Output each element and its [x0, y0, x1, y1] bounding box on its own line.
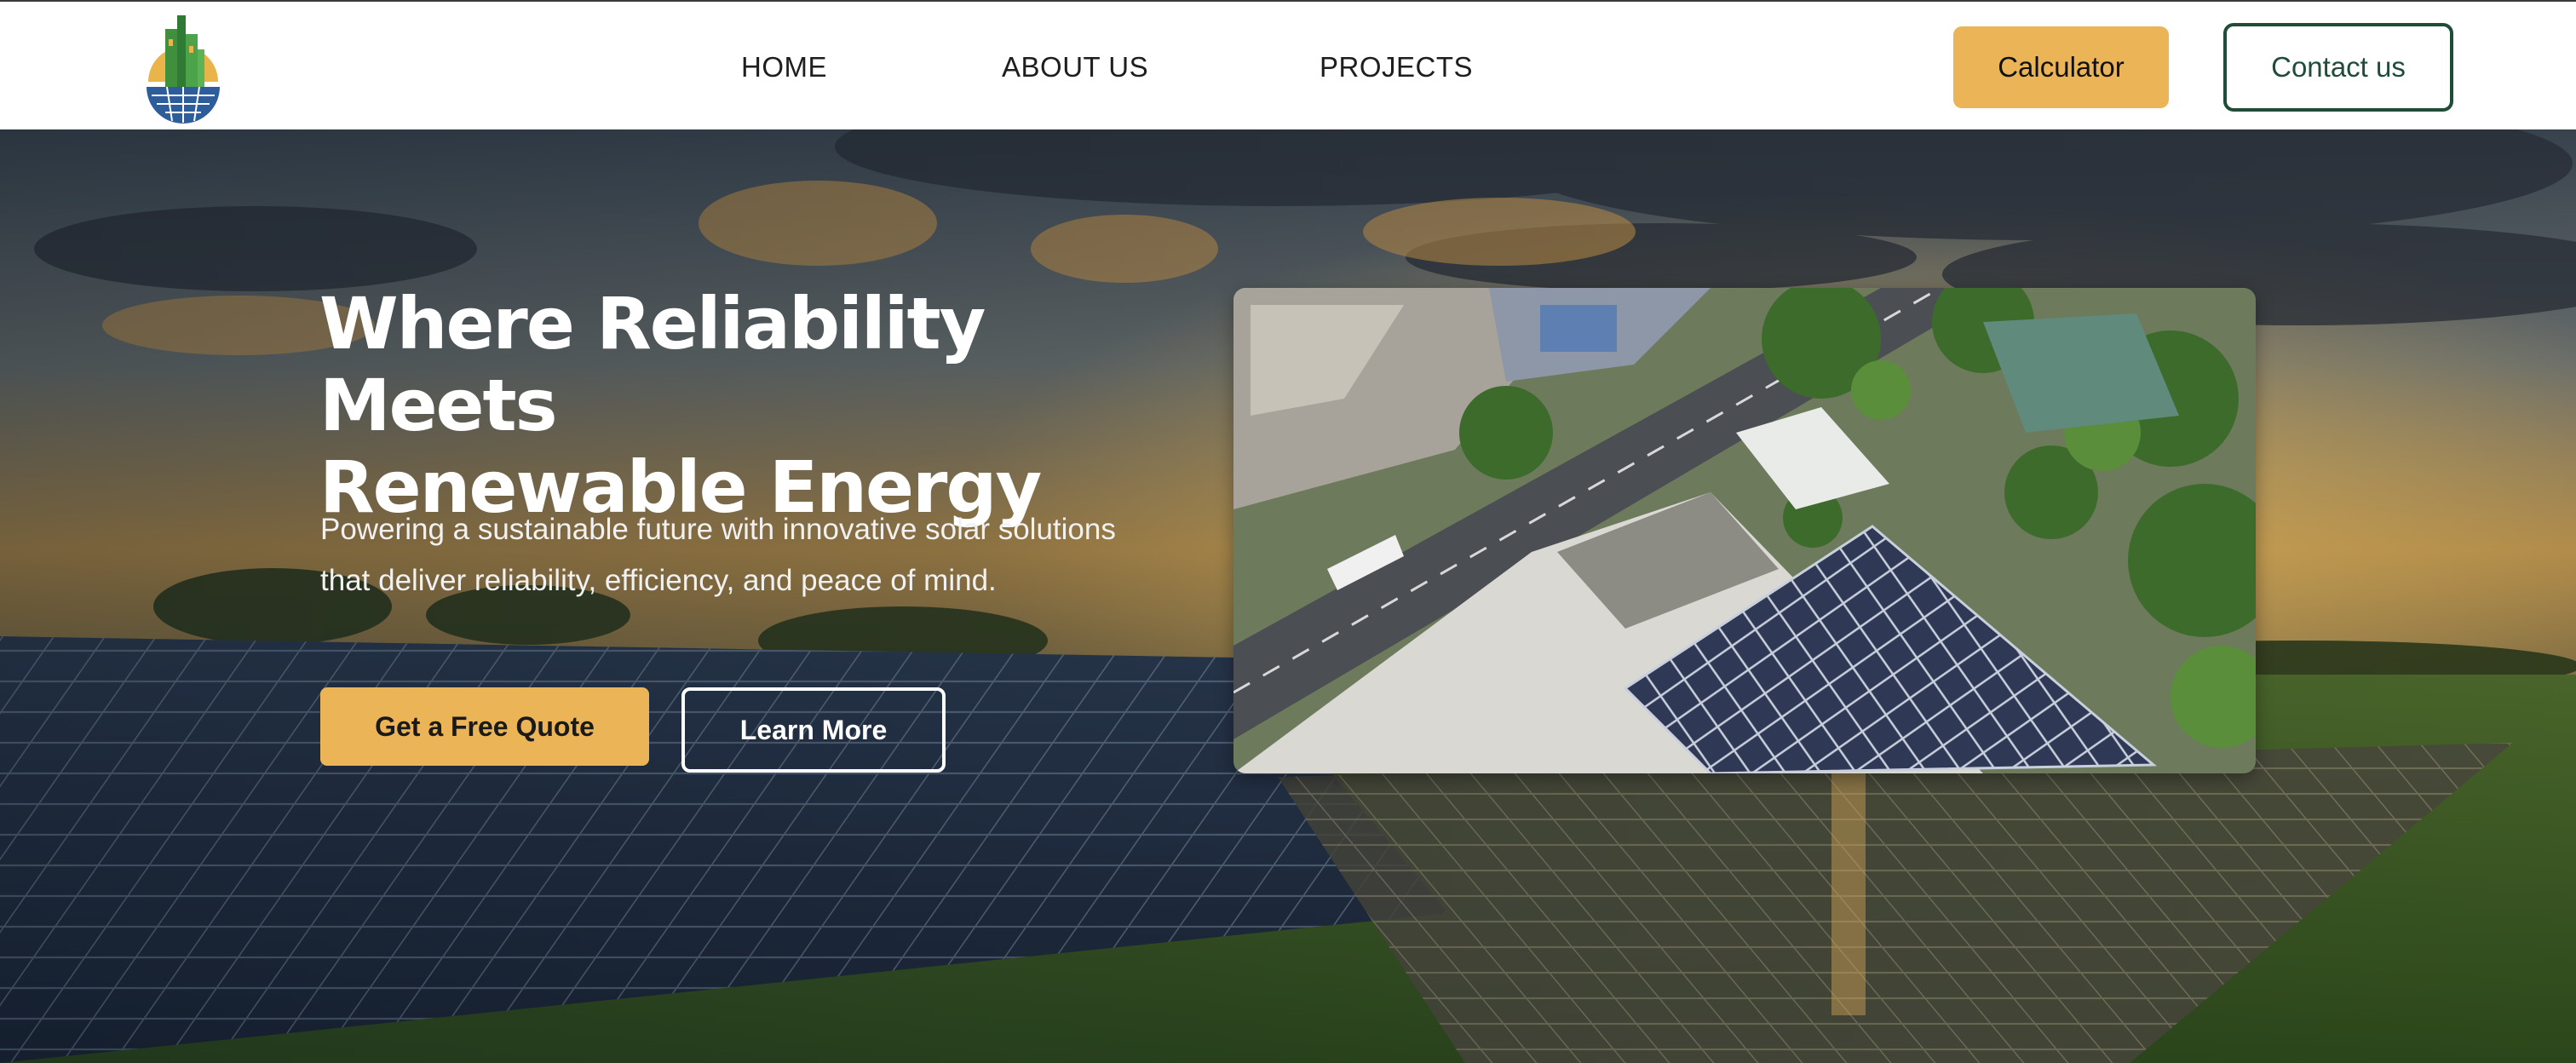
site-header: HOME ABOUT US PROJECTS Calculator Contac…	[0, 0, 2576, 129]
learn-more-button[interactable]: Learn More	[681, 687, 946, 773]
rooftop-solar-aerial-image	[1233, 288, 2256, 773]
nav-home-link[interactable]: HOME	[741, 49, 827, 86]
hero-subtitle-line-2: that deliver reliability, efficiency, an…	[320, 564, 997, 597]
get-free-quote-button[interactable]: Get a Free Quote	[320, 687, 649, 766]
nav-about-us-link[interactable]: ABOUT US	[1002, 49, 1148, 86]
calculator-button[interactable]: Calculator	[1953, 26, 2169, 108]
hero-section: Where Reliability Meets Renewable Energy…	[0, 129, 2576, 1063]
hero-subtitle: Powering a sustainable future with innov…	[320, 504, 1206, 606]
page: HOME ABOUT US PROJECTS Calculator Contac…	[0, 0, 2576, 1063]
hero-title: Where Reliability Meets Renewable Energy	[319, 283, 1222, 528]
nav-projects-link[interactable]: PROJECTS	[1320, 49, 1473, 86]
hero-title-line-1: Where Reliability Meets	[319, 282, 986, 447]
solar-building-logo-icon[interactable]	[141, 9, 225, 124]
contact-us-button[interactable]: Contact us	[2223, 23, 2453, 112]
hero-subtitle-line-1: Powering a sustainable future with innov…	[320, 513, 1116, 546]
